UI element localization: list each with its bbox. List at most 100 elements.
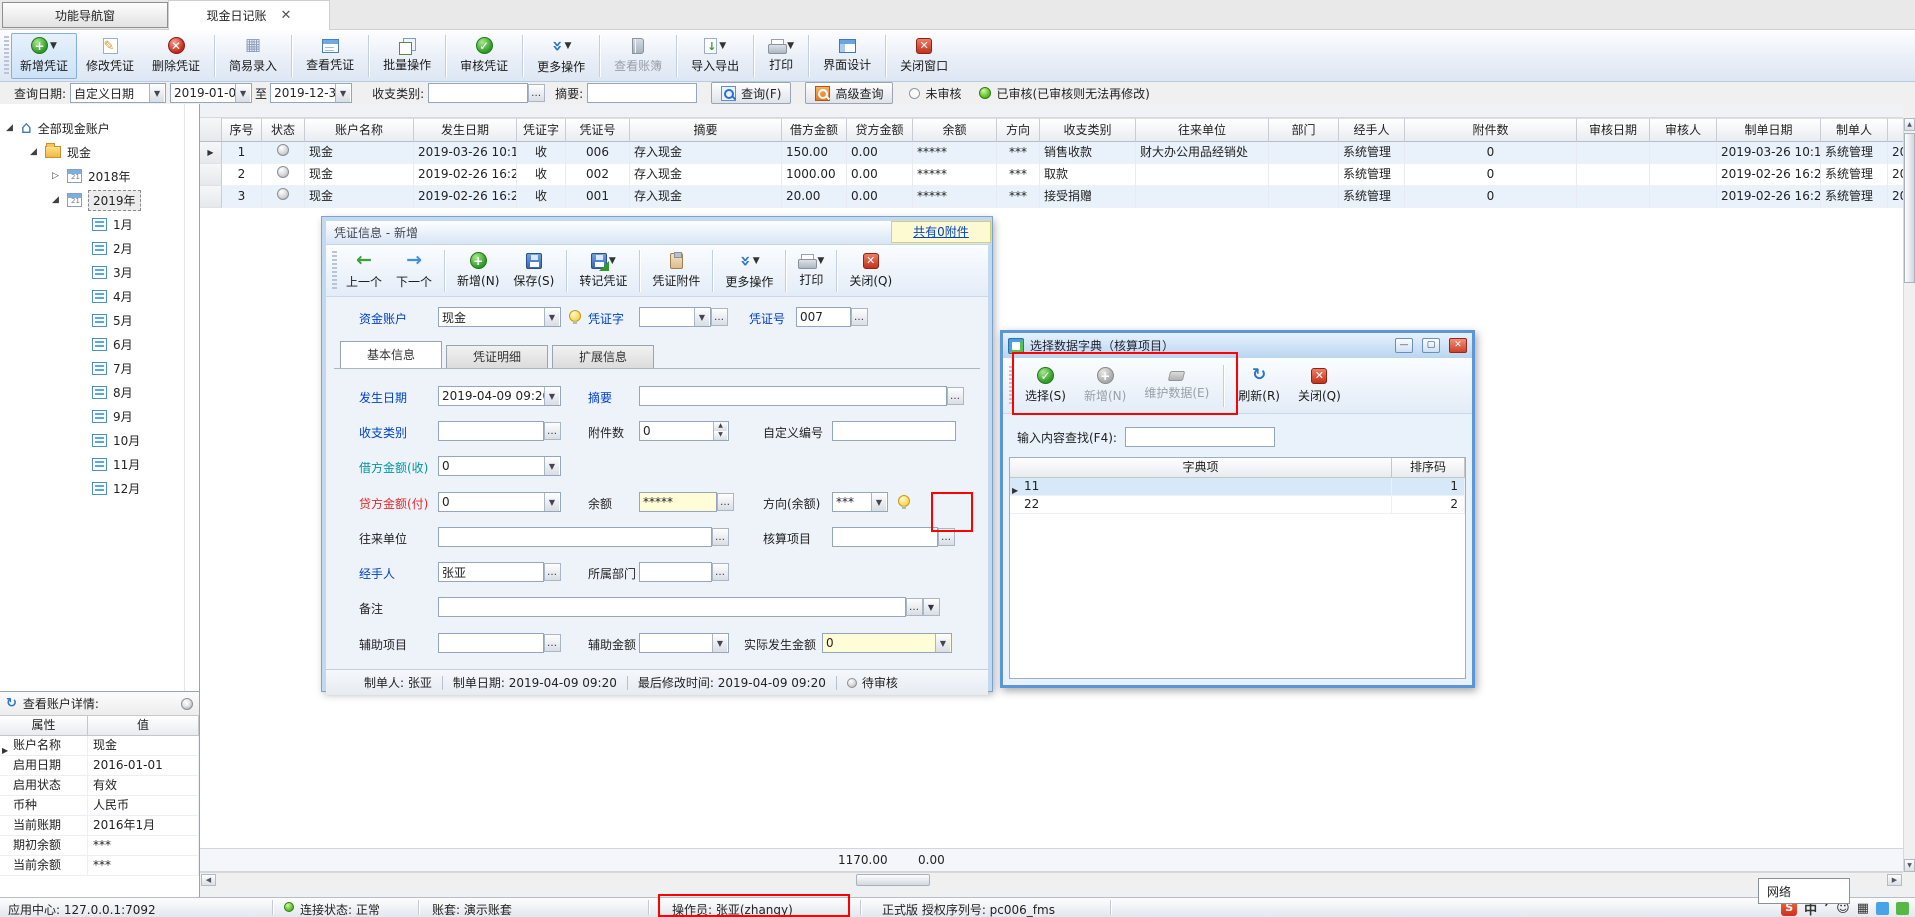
- import-export-button[interactable]: ▼ 导入导出: [682, 33, 748, 79]
- tree-item-month-11月[interactable]: 11月: [0, 452, 199, 476]
- expander-icon[interactable]: ◢: [50, 195, 61, 205]
- handler-input[interactable]: 张亚: [438, 562, 544, 582]
- keyboard-icon[interactable]: ▦: [1857, 901, 1869, 916]
- dict-row[interactable]: 222: [1010, 496, 1465, 514]
- date-from-input[interactable]: 2019-01-01▼: [170, 83, 252, 103]
- chevron-down-icon[interactable]: ▼: [694, 308, 709, 326]
- category-input[interactable]: [438, 421, 544, 441]
- column-header-modified[interactable]: 最后修改时间: [1888, 118, 1903, 142]
- category-lookup-button[interactable]: …: [544, 422, 561, 440]
- column-header-voucher_word[interactable]: 凭证字: [517, 118, 566, 142]
- column-header-seq[interactable]: 序号: [222, 118, 262, 142]
- property-row[interactable]: 期初余额***: [0, 836, 199, 856]
- more-operations-button[interactable]: ▼ 更多操作: [718, 247, 780, 295]
- advanced-search-button[interactable]: 高级查询: [805, 82, 893, 104]
- balance-lookup-button[interactable]: …: [717, 493, 734, 511]
- scrollbar-thumb[interactable]: [1904, 133, 1915, 283]
- ui-design-button[interactable]: 界面设计: [814, 33, 880, 79]
- property-row[interactable]: 币种人民币: [0, 796, 199, 816]
- chevron-down-icon[interactable]: ▼: [817, 256, 824, 266]
- close-button[interactable]: ✕ 关闭(Q): [1289, 361, 1350, 411]
- tab-extended-info[interactable]: 扩展信息: [552, 345, 654, 368]
- scroll-down-icon[interactable]: ▼: [1904, 859, 1915, 872]
- print-button[interactable]: ▼ 打印: [791, 247, 831, 295]
- accounting-item-input[interactable]: [832, 527, 938, 547]
- counterparty-lookup-button[interactable]: …: [712, 528, 729, 546]
- tree-item-month-6月[interactable]: 6月: [0, 332, 199, 356]
- attachment-count-link[interactable]: 共有0附件: [891, 221, 991, 243]
- chevron-down-icon[interactable]: ▼: [787, 41, 794, 51]
- dict-row[interactable]: 111: [1010, 478, 1465, 496]
- find-input[interactable]: [1125, 427, 1275, 447]
- chevron-down-icon[interactable]: ▼: [719, 41, 726, 51]
- remark-input[interactable]: [438, 597, 906, 617]
- attach-count-spinner[interactable]: 0▲▼: [639, 421, 729, 441]
- department-input[interactable]: [639, 562, 712, 582]
- scrollbar-thumb[interactable]: [856, 874, 930, 886]
- close-icon[interactable]: ✕: [1449, 338, 1467, 353]
- custom-no-input[interactable]: [832, 421, 956, 441]
- chevron-down-icon[interactable]: ▼: [335, 84, 350, 102]
- tray-app-icon[interactable]: [1876, 902, 1889, 915]
- remark-lookup-button[interactable]: …: [906, 598, 923, 616]
- tree-item-month-4月[interactable]: 4月: [0, 284, 199, 308]
- summary-lookup-button[interactable]: …: [947, 387, 964, 405]
- voucher-number-lookup-button[interactable]: …: [851, 308, 868, 326]
- property-row[interactable]: 账户名称现金: [0, 736, 199, 756]
- chevron-down-icon[interactable]: ▼: [235, 84, 250, 102]
- tree-item-all-accounts[interactable]: ◢ 全部现金账户: [0, 116, 199, 140]
- tree-item-month-12月[interactable]: 12月: [0, 476, 199, 500]
- vertical-scrollbar[interactable]: ▲ ▼: [1903, 118, 1915, 872]
- department-lookup-button[interactable]: …: [712, 563, 729, 581]
- close-window-button[interactable]: ✕ 关闭窗口: [891, 33, 957, 79]
- column-header-direction[interactable]: 方向: [997, 118, 1040, 142]
- tree-item-month-1月[interactable]: 1月: [0, 212, 199, 236]
- direction-select[interactable]: ***▼: [832, 492, 888, 512]
- chevron-down-icon[interactable]: ▼: [712, 634, 727, 652]
- chevron-down-icon[interactable]: ▼: [609, 256, 616, 266]
- chevron-down-icon[interactable]: ▼: [544, 387, 559, 405]
- tab-voucher-detail[interactable]: 凭证明细: [446, 345, 548, 368]
- delete-voucher-button[interactable]: ✕ 删除凭证: [143, 33, 209, 79]
- previous-button[interactable]: 上一个: [339, 247, 389, 295]
- chevron-down-icon[interactable]: ▼: [935, 634, 950, 652]
- chevron-down-icon[interactable]: ▼: [50, 41, 57, 51]
- credit-input[interactable]: 0▼: [438, 492, 561, 512]
- tree-item-month-10月[interactable]: 10月: [0, 428, 199, 452]
- tree-item-month-2月[interactable]: 2月: [0, 236, 199, 260]
- expander-icon[interactable]: ◢: [4, 123, 15, 133]
- actual-amount-input[interactable]: 0▼: [822, 633, 952, 653]
- save-button[interactable]: 保存(S): [506, 247, 561, 295]
- aux-item-input[interactable]: [438, 633, 544, 653]
- summary-input[interactable]: [587, 83, 697, 103]
- voucher-dialog-titlebar[interactable]: 凭证信息 - 新增 ✕: [326, 221, 988, 245]
- unaudited-radio[interactable]: [909, 88, 920, 99]
- tree-item-year-2018[interactable]: ▷ 2018年: [0, 164, 199, 188]
- close-button[interactable]: ✕ 关闭(Q): [842, 247, 899, 295]
- maximize-icon[interactable]: ▢: [1422, 338, 1440, 353]
- expander-icon[interactable]: ▷: [50, 171, 61, 181]
- view-voucher-button[interactable]: 查看凭证: [297, 33, 363, 79]
- new-button[interactable]: + 新增(N): [450, 247, 506, 295]
- refresh-button[interactable]: 刷新(R): [1229, 361, 1289, 411]
- scroll-left-icon[interactable]: ◀: [201, 874, 216, 886]
- tray-app-icon[interactable]: [1896, 902, 1909, 915]
- edit-voucher-button[interactable]: 修改凭证: [77, 33, 143, 79]
- column-header-make_date[interactable]: 制单日期: [1717, 118, 1821, 142]
- column-header-handler[interactable]: 经手人: [1339, 118, 1405, 142]
- column-header-audit_date[interactable]: 审核日期: [1577, 118, 1650, 142]
- column-header-maker[interactable]: 制单人: [1821, 118, 1888, 142]
- column-header-auditor[interactable]: 审核人: [1650, 118, 1717, 142]
- table-row-1[interactable]: ▶1现金2019-03-26 10:10收006存入现金150.000.00**…: [200, 142, 1903, 164]
- print-button[interactable]: ▼ 打印: [759, 33, 803, 79]
- summary-input[interactable]: [639, 386, 947, 406]
- tree-item-cash[interactable]: ◢ 现金: [0, 140, 199, 164]
- spinner-buttons[interactable]: ▲▼: [713, 422, 727, 440]
- close-icon[interactable]: ✕: [181, 698, 193, 710]
- column-header-summary[interactable]: 摘要: [630, 118, 782, 142]
- tab-basic-info[interactable]: 基本信息: [340, 341, 442, 368]
- transfer-voucher-button[interactable]: ▼ 转记凭证: [572, 247, 634, 295]
- chevron-down-icon[interactable]: ▼: [544, 308, 559, 326]
- tree-item-month-5月[interactable]: 5月: [0, 308, 199, 332]
- property-row[interactable]: 启用日期2016-01-01: [0, 756, 199, 776]
